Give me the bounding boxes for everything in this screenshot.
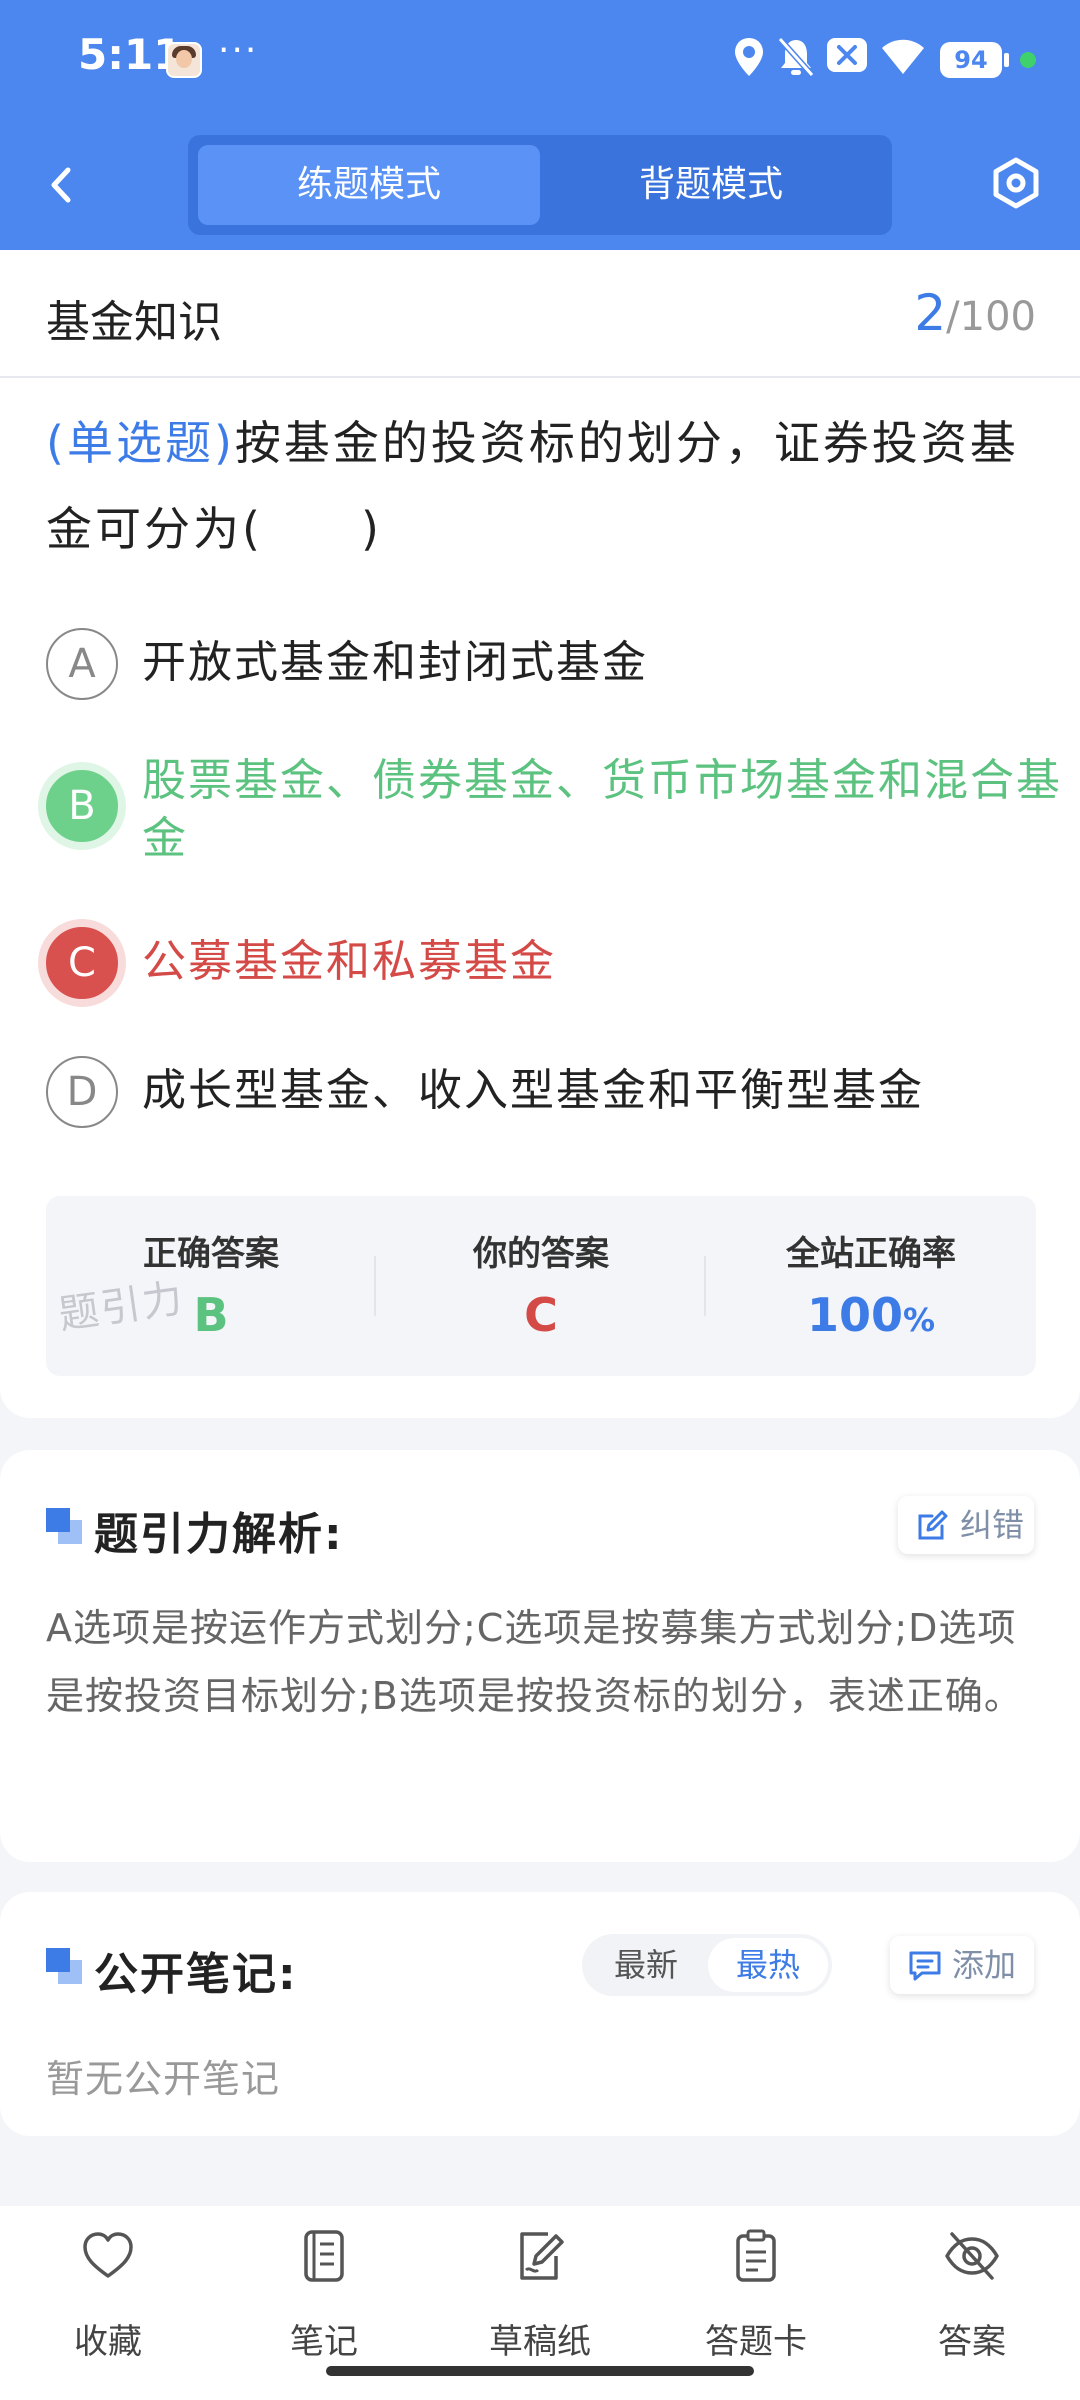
analysis-title: 题引力解析: — [94, 1509, 344, 1560]
notes-sort-toggle: 最新 最热 — [582, 1934, 832, 1996]
app-header: 5:11 ··· 94 练题模式 背题模式 — [0, 0, 1080, 250]
option-letter: D — [46, 1056, 118, 1128]
your-answer-value: C — [524, 1288, 558, 1342]
correction-button[interactable]: 纠错 — [898, 1496, 1034, 1554]
wifi-icon — [882, 39, 924, 74]
question-type: (单选题) — [46, 416, 235, 470]
nav-answer-label: 答案 — [938, 2322, 1006, 2362]
eye-off-icon — [945, 2232, 999, 2280]
nav-answer-sheet-label: 答题卡 — [705, 2322, 807, 2362]
avatar-icon — [166, 42, 202, 78]
option-letter: B — [46, 770, 118, 842]
accuracy-unit: % — [902, 1301, 936, 1339]
empty-notes-text: 暂无公开笔记 — [46, 2057, 281, 2101]
add-note-label: 添加 — [952, 1946, 1017, 1984]
option-b[interactable]: B 股票基金、债券基金、货币市场基金和混合基金 — [46, 746, 1060, 866]
section-icon — [46, 1508, 82, 1544]
option-text: 成长型基金、收入型基金和平衡型基金 — [142, 1065, 924, 1116]
section-icon — [46, 1948, 82, 1984]
home-indicator[interactable] — [326, 2366, 754, 2376]
notes-card: 公开笔记: 最新 最热 添加 暂无公开笔记 — [0, 1892, 1080, 2136]
correct-answer-label: 正确答案 — [143, 1234, 279, 1274]
accuracy-value: 100% — [706, 1288, 1036, 1342]
nav-draft-label: 草稿纸 — [489, 2322, 591, 2362]
tab-practice-mode[interactable]: 练题模式 — [198, 145, 540, 225]
analysis-text: A选项是按运作方式划分;C选项是按募集方式划分;D选项是按投资目标划分;B选项是… — [46, 1606, 1023, 1718]
question-stem: (单选题)按基金的投资标的划分，证券投资基金可分为( ) — [46, 400, 1036, 572]
more-notifications-icon: ··· — [218, 30, 259, 71]
draft-icon — [520, 2232, 564, 2280]
option-c[interactable]: C 公募基金和私募基金 — [46, 927, 1046, 999]
question-counter: 2/100 — [914, 284, 1036, 342]
option-a[interactable]: A 开放式基金和封闭式基金 — [46, 628, 1046, 700]
subject-row: 基金知识 2/100 — [0, 250, 1080, 378]
battery-level: 94 — [940, 42, 1009, 78]
notes-title: 公开笔记: — [94, 1949, 298, 2000]
location-icon — [735, 38, 763, 76]
option-text: 开放式基金和封闭式基金 — [142, 637, 648, 688]
nav-notes-label: 笔记 — [290, 2322, 358, 2362]
close-notification-icon — [827, 38, 867, 72]
privacy-indicator-dot — [1020, 52, 1036, 68]
option-d[interactable]: D 成长型基金、收入型基金和平衡型基金 — [46, 1056, 1046, 1128]
option-letter: A — [46, 628, 118, 700]
correction-label: 纠错 — [960, 1506, 1025, 1544]
accuracy-col: 全站正确率 100% — [706, 1196, 1036, 1376]
current-question-number: 2 — [914, 284, 947, 342]
nav-notes[interactable]: 笔记 — [244, 2228, 404, 2362]
comment-icon — [909, 1951, 941, 1981]
mode-switch: 练题模式 背题模式 — [188, 135, 892, 235]
subject-title: 基金知识 — [46, 297, 222, 348]
nav-answer-sheet[interactable]: 答题卡 — [676, 2228, 836, 2362]
nav-answer[interactable]: 答案 — [892, 2228, 1052, 2362]
nav-draft[interactable]: 草稿纸 — [460, 2228, 620, 2362]
edit-icon — [918, 1510, 948, 1540]
tab-memorize-mode[interactable]: 背题模式 — [540, 145, 882, 225]
nav-favorite[interactable]: 收藏 — [28, 2228, 188, 2362]
answer-sheet-icon — [736, 2229, 776, 2282]
notebook-icon — [304, 2230, 344, 2282]
status-bar: 5:11 ··· 94 — [0, 0, 1080, 120]
analysis-card: 题引力解析: 纠错 A选项是按运作方式划分;C选项是按募集方式划分;D选项是按投… — [0, 1450, 1080, 1862]
back-button[interactable] — [36, 150, 92, 220]
add-note-button[interactable]: 添加 — [890, 1936, 1034, 1994]
mute-bell-icon — [777, 37, 815, 77]
option-letter: C — [46, 927, 118, 999]
result-summary: 正确答案 B 你的答案 C 全站正确率 100% 题引力 — [46, 1196, 1036, 1376]
nav-favorite-label: 收藏 — [74, 2322, 142, 2362]
sort-latest[interactable]: 最新 — [586, 1938, 706, 1992]
sort-hot[interactable]: 最热 — [708, 1938, 828, 1992]
question-card: 基金知识 2/100 (单选题)按基金的投资标的划分，证券投资基金可分为( ) … — [0, 250, 1080, 1418]
total-question-count: /100 — [946, 294, 1036, 340]
accuracy-number: 100 — [806, 1288, 903, 1342]
option-text: 股票基金、债券基金、货币市场基金和混合基金 — [142, 755, 1062, 864]
option-text: 公募基金和私募基金 — [142, 936, 556, 987]
heart-icon — [83, 2232, 133, 2278]
settings-icon[interactable] — [988, 155, 1044, 211]
your-answer-col: 你的答案 C — [376, 1196, 706, 1376]
accuracy-label: 全站正确率 — [786, 1234, 956, 1274]
your-answer-label: 你的答案 — [473, 1234, 609, 1274]
